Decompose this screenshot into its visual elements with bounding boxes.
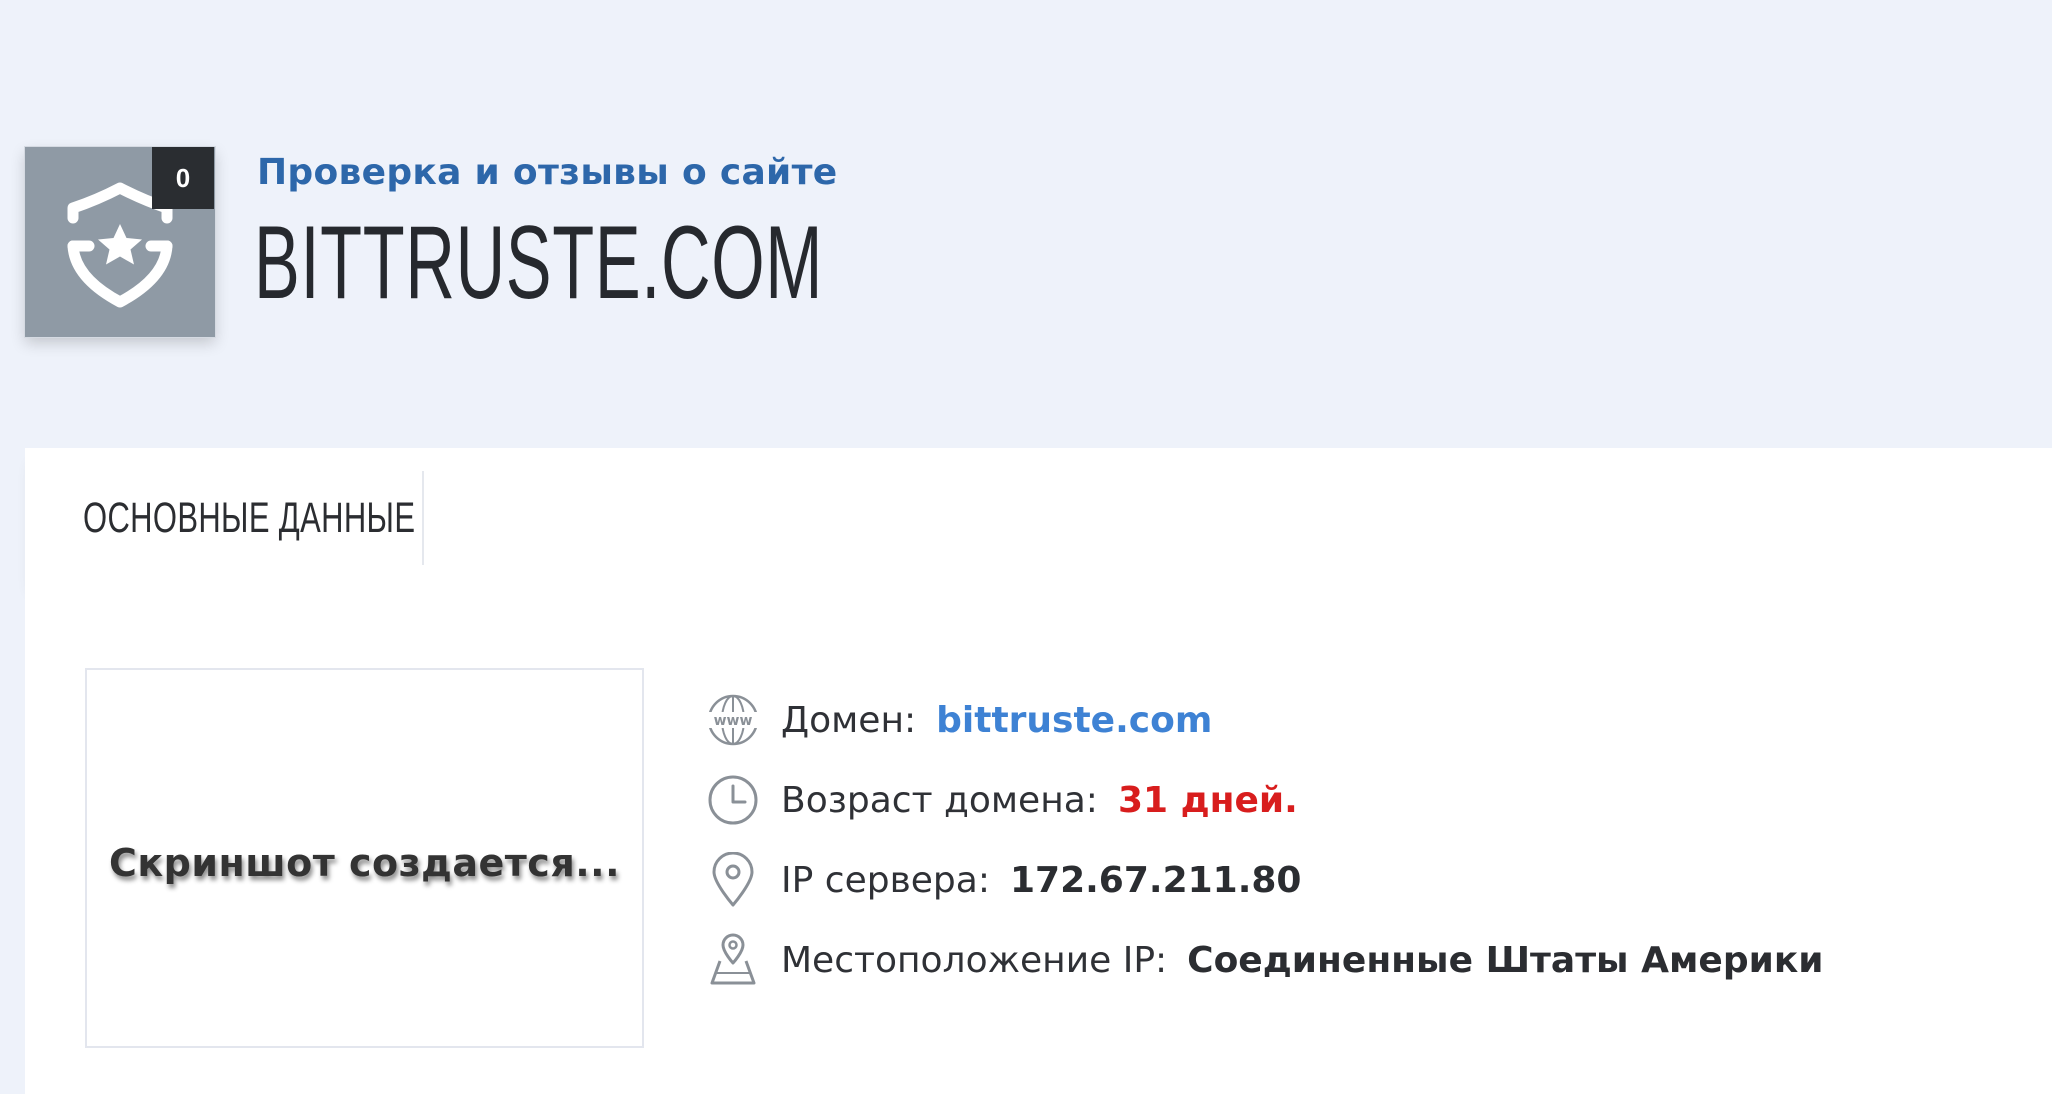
info-row-ip: IP сервера: 172.67.211.80 — [705, 840, 1824, 920]
page-subtitle: Проверка и отзывы о сайте — [257, 152, 838, 193]
tab-main-data[interactable]: ОСНОВНЫЕ ДАННЫЕ — [83, 448, 545, 588]
location-pin-icon — [705, 852, 761, 908]
svg-text:www: www — [714, 713, 753, 729]
info-row-age: Возраст домена: 31 дней. — [705, 760, 1824, 840]
ip-location-value: Соединенные Штаты Америки — [1187, 939, 1824, 981]
clock-icon — [705, 772, 761, 828]
tabs-bar: ОСНОВНЫЕ ДАННЫЕ — [25, 448, 2052, 588]
domain-age-label: Возраст домена: — [781, 779, 1098, 821]
www-globe-icon: www — [705, 692, 761, 748]
page-title: BITTRUSTE.COM — [254, 205, 824, 321]
tab-divider — [422, 471, 424, 565]
info-row-domain: www Домен: bittruste.com — [705, 680, 1824, 760]
main-panel: Скриншот создается... www Домен: bittrus… — [25, 588, 2052, 1094]
domain-link[interactable]: bittruste.com — [936, 700, 1212, 741]
ip-location-label: Местоположение IP: — [781, 939, 1168, 981]
server-ip-value: 172.67.211.80 — [1009, 859, 1302, 901]
map-pin-icon — [705, 932, 761, 988]
site-screenshot-placeholder: Скриншот создается... — [85, 668, 644, 1048]
info-row-location: Местоположение IP: Соединенные Штаты Аме… — [705, 920, 1824, 1000]
tab-label: ОСНОВНЫЕ ДАННЫЕ — [83, 493, 416, 542]
screenshot-status-text: Скриншот создается... — [108, 841, 621, 885]
server-ip-label: IP сервера: — [781, 859, 990, 901]
domain-label: Домен: — [781, 699, 917, 741]
domain-age-value: 31 дней. — [1117, 779, 1298, 821]
domain-info-list: www Домен: bittruste.com Возраст домена:… — [705, 680, 1824, 1000]
review-count-badge: 0 — [152, 147, 214, 209]
